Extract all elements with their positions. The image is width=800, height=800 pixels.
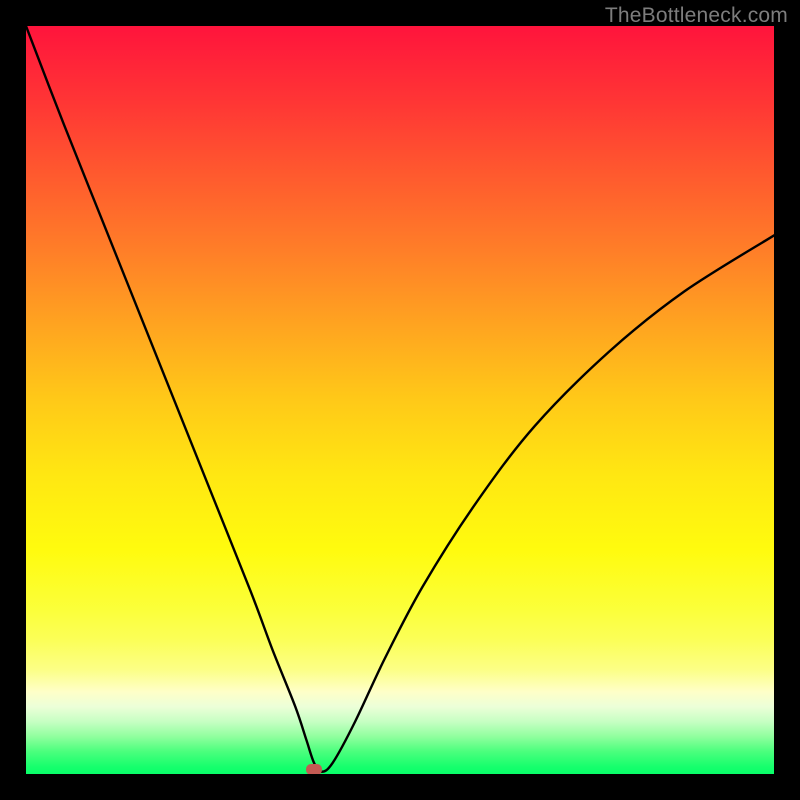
- watermark-text: TheBottleneck.com: [605, 4, 788, 28]
- chart-plot-area: [26, 26, 774, 774]
- bottleneck-curve: [26, 26, 774, 774]
- optimum-marker: [306, 764, 322, 774]
